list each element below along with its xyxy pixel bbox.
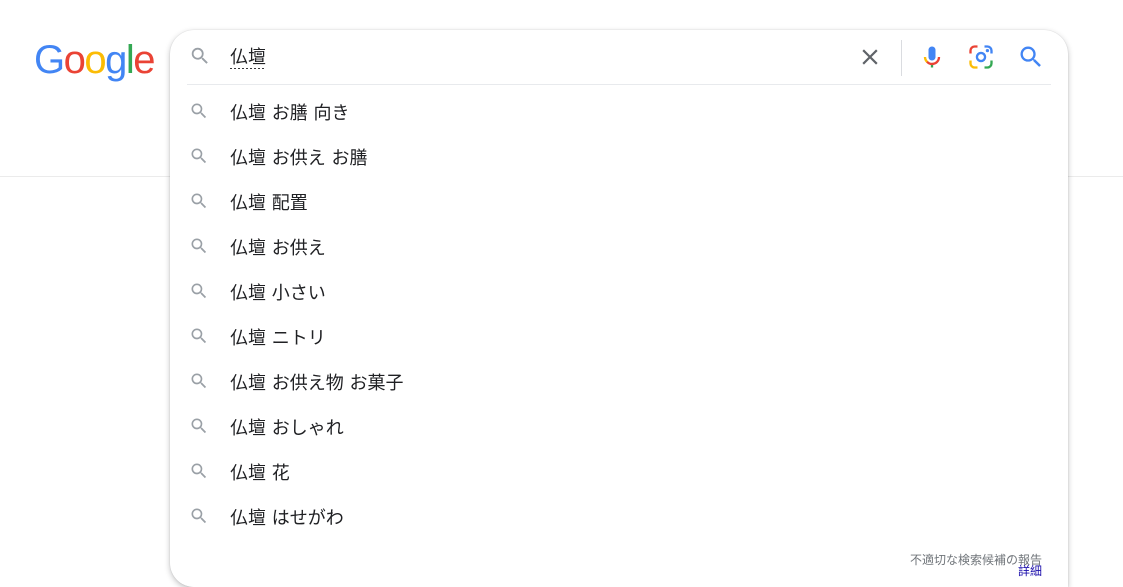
- suggestion-item[interactable]: 仏壇 お供え: [170, 223, 1068, 268]
- suggestion-text: 仏壇 はせがわ: [230, 508, 344, 529]
- search-icon: [191, 463, 207, 479]
- search-page: Google 仏壇 仏壇 お膳 向き 仏壇 お供え お膳 仏壇 配置 仏壇 お供…: [0, 0, 1123, 587]
- logo-letter: e: [133, 38, 155, 82]
- search-submit-icon[interactable]: [1017, 43, 1045, 71]
- suggestion-item[interactable]: 仏壇 小さい: [170, 268, 1068, 313]
- google-logo[interactable]: Google: [34, 38, 155, 82]
- details-link[interactable]: 詳細: [1018, 562, 1042, 579]
- logo-letter: l: [125, 38, 135, 82]
- suggestion-item[interactable]: 仏壇 お膳 向き: [170, 88, 1068, 133]
- suggestions-divider: [187, 84, 1051, 85]
- logo-letter: o: [63, 38, 86, 82]
- suggestion-text: 仏壇 お膳 向き: [230, 103, 350, 124]
- input-divider: [901, 40, 902, 76]
- suggestion-item[interactable]: 仏壇 おしゃれ: [170, 403, 1068, 448]
- suggestion-text: 仏壇 配置: [230, 193, 308, 214]
- suggestion-item[interactable]: 仏壇 ニトリ: [170, 313, 1068, 358]
- search-icon: [191, 283, 207, 299]
- suggestion-text: 仏壇 お供え物 お菓子: [230, 373, 404, 394]
- logo-letter: o: [84, 38, 106, 82]
- search-icon: [191, 508, 207, 524]
- suggestion-text: 仏壇 ニトリ: [230, 328, 326, 349]
- suggestion-list: 仏壇 お膳 向き 仏壇 お供え お膳 仏壇 配置 仏壇 お供え 仏壇 小さい 仏…: [170, 88, 1068, 538]
- suggestion-text: 仏壇 おしゃれ: [230, 418, 344, 439]
- close-icon[interactable]: [857, 44, 883, 70]
- search-icon: [191, 47, 208, 64]
- microphone-icon[interactable]: [918, 43, 946, 71]
- suggestion-item[interactable]: 仏壇 お供え物 お菓子: [170, 358, 1068, 403]
- suggestion-item[interactable]: 仏壇 はせがわ: [170, 493, 1068, 538]
- search-icon: [191, 103, 207, 119]
- search-icon: [191, 373, 207, 389]
- suggestion-item[interactable]: 仏壇 花: [170, 448, 1068, 493]
- search-icon: [191, 148, 207, 164]
- search-icon: [191, 418, 207, 434]
- search-input-row: [170, 30, 1068, 84]
- suggestion-text: 仏壇 小さい: [230, 283, 326, 304]
- logo-letter: G: [34, 38, 65, 82]
- suggestion-item[interactable]: 仏壇 配置: [170, 178, 1068, 223]
- logo-letter: g: [105, 38, 127, 82]
- search-icon: [191, 328, 207, 344]
- suggestion-text: 仏壇 お供え お膳: [230, 148, 368, 169]
- search-input[interactable]: [230, 40, 830, 72]
- suggestion-text: 仏壇 花: [230, 463, 290, 484]
- suggestion-text: 仏壇 お供え: [230, 238, 326, 259]
- search-icon: [191, 238, 207, 254]
- camera-lens-icon[interactable]: [967, 43, 995, 71]
- search-box: 仏壇 お膳 向き 仏壇 お供え お膳 仏壇 配置 仏壇 お供え 仏壇 小さい 仏…: [170, 30, 1068, 587]
- suggestion-item[interactable]: 仏壇 お供え お膳: [170, 133, 1068, 178]
- search-icon: [191, 193, 207, 209]
